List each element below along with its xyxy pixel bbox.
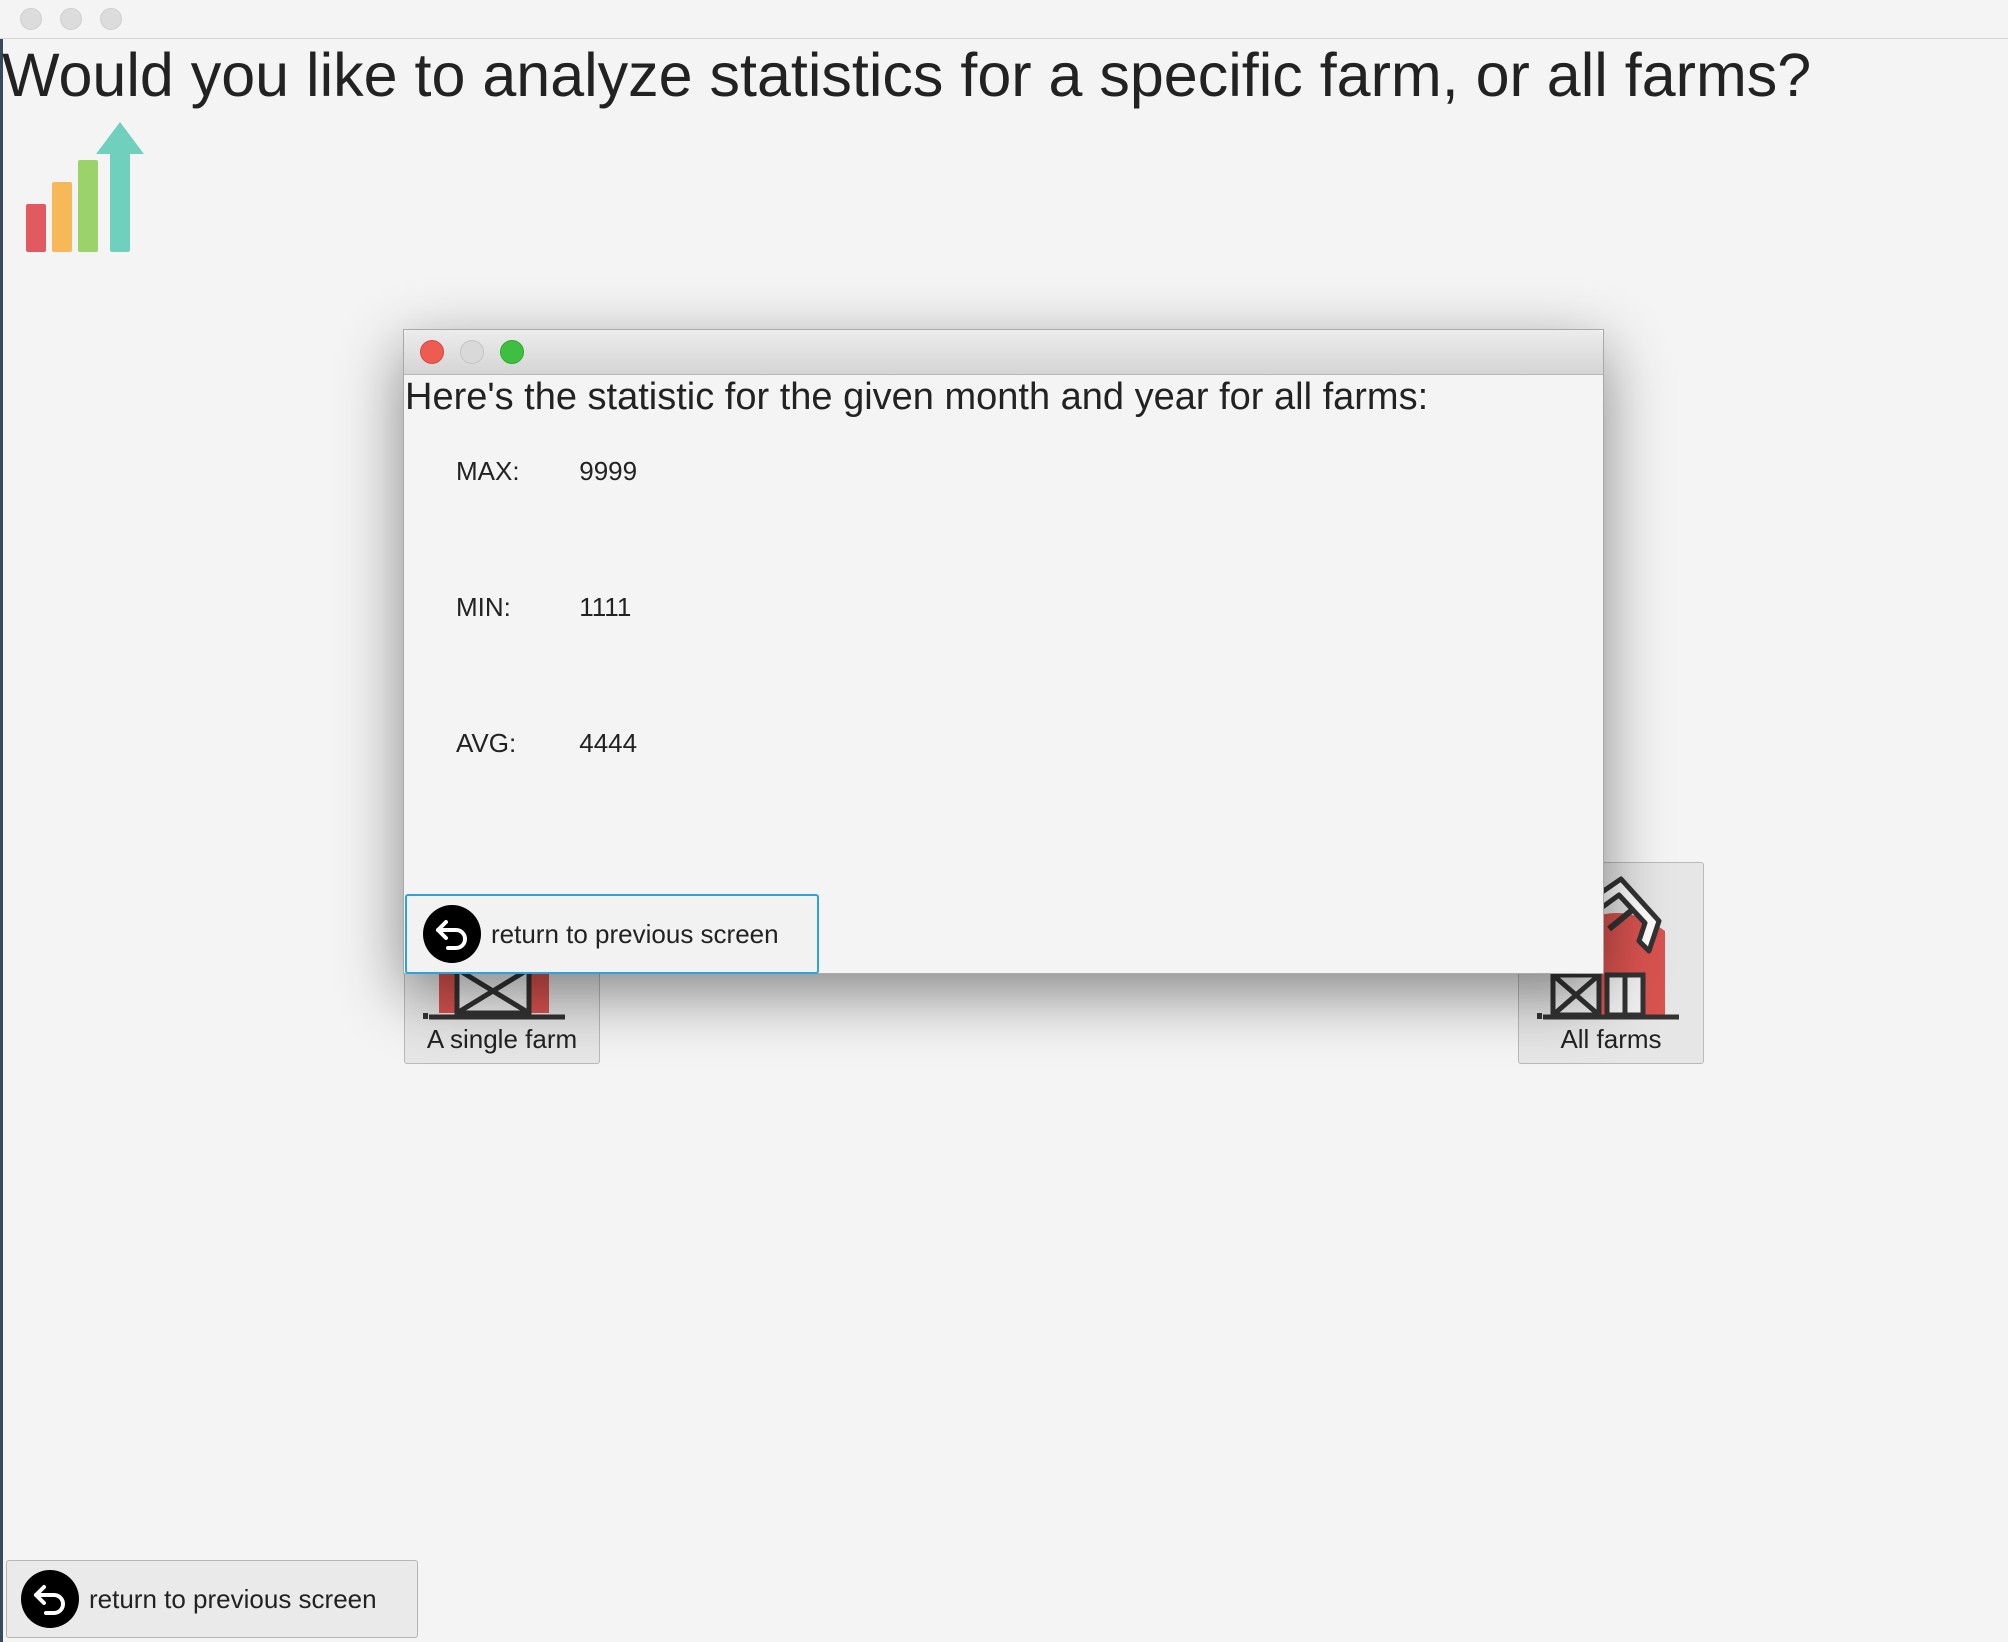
stat-row-min: MIN: 1111 — [456, 592, 631, 623]
all-farms-label: All farms — [1560, 1024, 1662, 1054]
single-farm-button[interactable]: A single farm — [404, 960, 600, 1064]
window-close-button[interactable] — [20, 8, 42, 30]
stat-row-max: MAX: 9999 — [456, 456, 637, 487]
stat-label: AVG: — [456, 728, 517, 758]
window-minimize-button[interactable] — [60, 8, 82, 30]
dialog-zoom-button[interactable] — [500, 340, 524, 364]
stat-value: 4444 — [579, 728, 638, 758]
return-button-label: return to previous screen — [89, 1583, 377, 1614]
dialog-close-button[interactable] — [420, 340, 444, 364]
dialog-titlebar — [404, 330, 1603, 375]
return-arrow-icon — [423, 905, 481, 963]
page-title: Would you like to analyze statistics for… — [2, 41, 1812, 109]
return-arrow-icon — [21, 1570, 79, 1628]
stat-value: 1111 — [579, 592, 632, 622]
statistics-dialog: Here's the statistic for the given month… — [403, 329, 1604, 974]
single-farm-label: A single farm — [426, 1024, 578, 1054]
stat-label: MAX: — [456, 456, 520, 486]
window-titlebar — [0, 0, 2008, 39]
window-zoom-button[interactable] — [100, 8, 122, 30]
bar-chart-growth-icon — [26, 122, 144, 252]
return-button[interactable]: return to previous screen — [6, 1560, 418, 1638]
stat-value: 9999 — [579, 456, 638, 486]
dialog-return-button[interactable]: return to previous screen — [405, 894, 819, 974]
dialog-return-button-label: return to previous screen — [491, 918, 779, 949]
window-frame — [0, 0, 3, 1642]
stat-label: MIN: — [456, 592, 511, 622]
stat-row-avg: AVG: 4444 — [456, 728, 637, 759]
dialog-message: Here's the statistic for the given month… — [405, 376, 1429, 418]
dialog-minimize-button[interactable] — [460, 340, 484, 364]
